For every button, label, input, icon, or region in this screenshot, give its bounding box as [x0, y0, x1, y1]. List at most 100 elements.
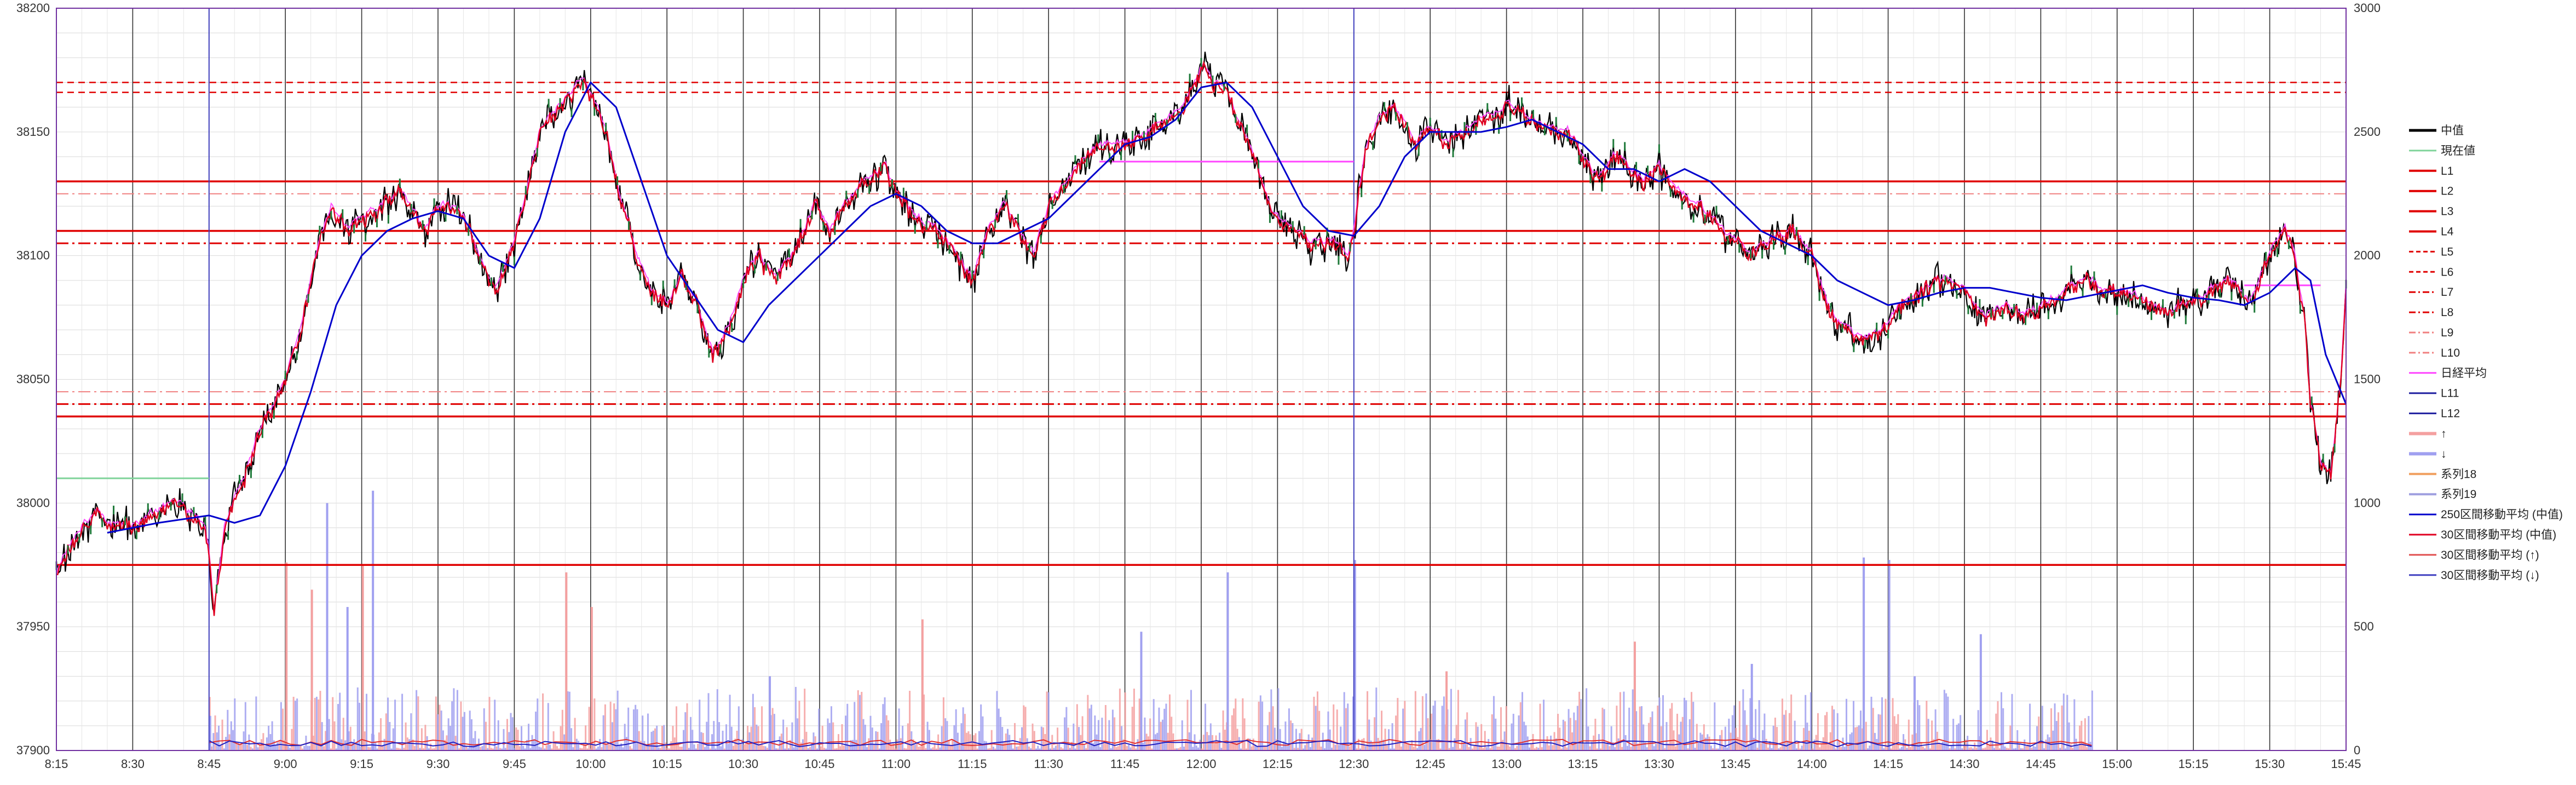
up-volume-bar — [1897, 714, 1899, 750]
up-volume-bar — [424, 725, 427, 750]
down-volume-bar — [597, 746, 599, 750]
down-volume-bar — [827, 718, 829, 750]
y-tick-label: 38200 — [16, 1, 50, 15]
down-volume-bar — [944, 718, 947, 750]
up-volume-bar — [1395, 715, 1397, 750]
up-volume-bar — [1222, 710, 1224, 750]
up-volume-bar — [342, 718, 344, 750]
down-volume-bar — [1375, 687, 1378, 750]
up-volume-bar — [771, 708, 774, 750]
y-tick-label: 38150 — [16, 125, 50, 139]
down-volume-bar — [1512, 713, 1514, 750]
down-volume-bar — [791, 722, 793, 750]
down-volume-bar — [230, 721, 232, 750]
down-volume-bar — [956, 732, 959, 750]
up-volume-bar — [515, 727, 517, 750]
down-volume-bar — [985, 741, 987, 750]
up-volume-bar — [1235, 698, 1237, 750]
down-volume-bar — [287, 746, 289, 750]
down-volume-bar — [599, 738, 601, 750]
down-volume-bar — [652, 730, 654, 750]
up-volume-bar — [1345, 708, 1347, 750]
up-volume-bar — [1413, 747, 1415, 750]
down-volume-bar — [1261, 701, 1264, 750]
down-volume-bar — [690, 717, 692, 750]
up-volume-bar — [1548, 745, 1550, 750]
down-volume-bar — [1755, 709, 1757, 750]
down-volume-bar — [1364, 746, 1367, 750]
up-volume-bar — [435, 696, 437, 750]
y2-tick-label: 500 — [2354, 620, 2374, 633]
up-volume-bar — [1730, 732, 1732, 750]
x-tick-label: 9:00 — [274, 757, 297, 771]
up-volume-bar — [629, 746, 631, 750]
up-volume-bar — [1145, 734, 1148, 750]
up-volume-bar — [1336, 709, 1338, 750]
up-volume-bar — [1760, 743, 1762, 750]
x-tick-label: 11:30 — [1034, 757, 1063, 771]
down-volume-bar — [264, 746, 266, 750]
up-volume-bar — [1258, 701, 1260, 750]
down-volume-bar — [1849, 734, 1851, 750]
up-volume-bar — [554, 743, 556, 750]
down-volume-bar — [926, 721, 929, 750]
up-volume-bar — [1639, 706, 1641, 750]
down-volume-bar — [1744, 710, 1746, 750]
down-volume-bar — [1142, 742, 1144, 750]
down-volume-bar — [1851, 732, 1853, 750]
down-volume-bar — [1464, 719, 1466, 750]
up-volume-bar — [1824, 715, 1826, 750]
down-volume-bar — [537, 698, 539, 750]
down-volume-bar — [1418, 731, 1420, 750]
y2-tick-label: 0 — [2354, 743, 2360, 757]
down-volume-bar — [1651, 711, 1653, 750]
up-volume-bar — [1484, 731, 1486, 750]
down-volume-bar — [408, 739, 411, 750]
down-volume-bar — [389, 721, 391, 750]
y2-tick-label: 1000 — [2354, 496, 2381, 509]
down-volume-bar — [401, 694, 404, 750]
down-volume-bar — [1008, 735, 1011, 750]
legend-label: L2 — [2441, 185, 2453, 198]
down-volume-bar — [1733, 705, 1736, 750]
volume-spike — [565, 572, 568, 750]
down-volume-bar — [713, 721, 715, 750]
down-volume-bar — [269, 734, 272, 750]
down-volume-bar — [1432, 706, 1434, 750]
down-volume-bar — [1101, 718, 1103, 750]
down-volume-bar — [1523, 721, 1525, 750]
down-volume-bar — [642, 715, 644, 750]
up-volume-bar — [1657, 705, 1659, 750]
down-volume-bar — [2000, 692, 2002, 750]
up-volume-bar — [506, 719, 508, 750]
down-volume-bar — [1724, 726, 1726, 750]
down-volume-bar — [528, 724, 530, 750]
up-volume-bar — [1507, 744, 1509, 750]
volume-spike — [310, 589, 313, 750]
down-volume-bar — [220, 746, 222, 750]
up-volume-bar — [1974, 742, 1976, 750]
volume-spike — [1750, 663, 1753, 750]
down-volume-bar — [1624, 735, 1627, 750]
x-tick-label: 15:30 — [2255, 757, 2285, 771]
down-volume-bar — [2055, 721, 2058, 750]
down-volume-bar — [1722, 746, 1725, 750]
x-tick-label: 14:45 — [2026, 757, 2056, 771]
volume-spike — [1633, 641, 1636, 750]
down-volume-bar — [1281, 747, 1283, 750]
down-volume-bar — [276, 742, 279, 750]
down-volume-bar — [1610, 726, 1612, 750]
down-volume-bar — [1684, 697, 1686, 750]
up-volume-bar — [1571, 732, 1574, 750]
x-tick-label: 10:30 — [728, 757, 758, 771]
down-volume-bar — [531, 735, 533, 750]
down-volume-bar — [1628, 707, 1630, 750]
up-volume-bar — [1171, 717, 1173, 750]
up-volume-bar — [1650, 717, 1652, 750]
down-volume-bar — [1762, 730, 1764, 750]
up-volume-bar — [1149, 718, 1151, 750]
volume-spike — [372, 490, 374, 750]
up-volume-bar — [1856, 726, 1858, 750]
down-volume-bar — [953, 725, 955, 750]
down-volume-bar — [1128, 744, 1130, 750]
